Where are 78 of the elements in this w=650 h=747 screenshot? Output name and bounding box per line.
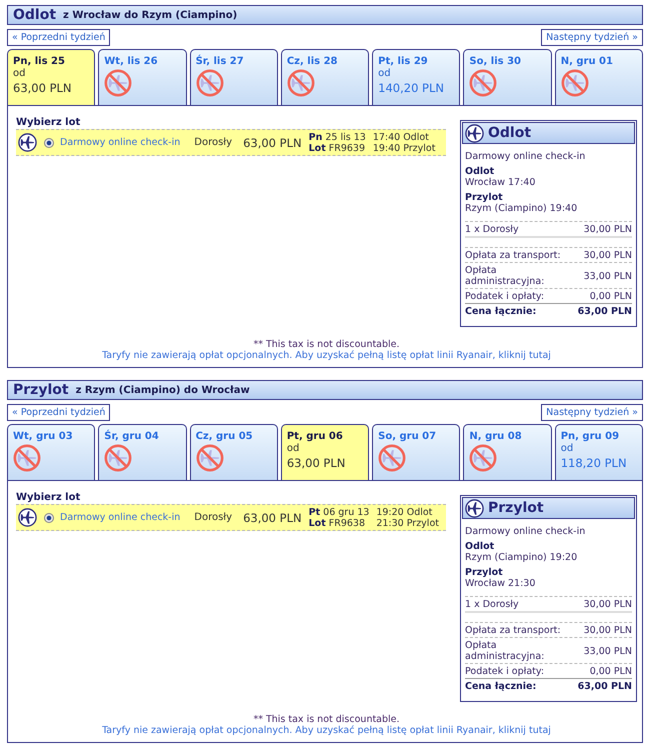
leg-detail: Rzym (Ciampino) 19:20 (465, 552, 578, 563)
day-tab[interactable]: So, lis 30 (463, 49, 552, 105)
fare-type-text: Darmowy online check-in (465, 151, 586, 162)
fee-amount: 0,00 PLN (590, 666, 632, 677)
fare-link[interactable]: Darmowy online check-in (60, 512, 180, 523)
route-text: z Rzym (Ciampino) do Wrocław (76, 384, 250, 396)
day-tab[interactable]: Pn, lis 25 od 63,00 PLN (7, 49, 96, 105)
summary-title: Odlot (488, 125, 532, 141)
day-tab[interactable]: Śr, lis 27 (190, 49, 278, 105)
section-title: Przylot (13, 382, 69, 398)
fee-label: Opłata za transport: (465, 625, 561, 636)
passenger-type: Dorosły (194, 512, 232, 523)
day-tab[interactable]: Pt, gru 06 od 63,00 PLN (280, 424, 370, 480)
fare-price: 63,00 PLN (243, 510, 302, 524)
fee-amount: 0,00 PLN (590, 291, 632, 302)
fee-label: Opłata administracyjna: (465, 265, 546, 287)
flight-number: Lot FR9639 (308, 142, 366, 154)
fee-label: Opłata administracyjna: (465, 640, 546, 662)
day-tab[interactable]: Śr, gru 04 (98, 424, 187, 480)
day-tab[interactable]: Pt, lis 29 od 140,20 PLN (372, 49, 460, 105)
fee-amount: 33,00 PLN (584, 646, 632, 656)
day-tab[interactable]: Wt, lis 26 (98, 49, 187, 105)
choose-flight-label: Wybierz lot (16, 117, 80, 128)
arrival-time: 21:30 Przylot (376, 518, 439, 528)
leg-detail: Rzym (Ciampino) 19:40 (465, 203, 578, 214)
next-week-button[interactable]: Następny tydzień » (541, 29, 643, 46)
total-amount: 63,00 PLN (578, 681, 632, 692)
tax-note: ** This tax is not discountable. (253, 714, 400, 725)
fees-info-link[interactable]: Taryfy nie zawierają opłat opcjonalnych. Aby uzyskać pełną listę opłat linii Ryanair, kliknij tutaj (102, 725, 551, 736)
day-tab[interactable]: Cz, lis 28 (280, 49, 370, 105)
choose-flight-label: Wybierz lot (16, 492, 80, 503)
fee-label: Podatek i opłaty: (465, 291, 544, 302)
total-label: Cena łącznie: (465, 681, 536, 692)
fee-label: Opłata za transport: (465, 250, 561, 261)
departure-time: 17:40 Odlot (372, 132, 430, 142)
day-tab[interactable]: Pn, gru 09 od 118,20 PLN (554, 424, 643, 480)
leg-label: Przylot (465, 567, 504, 578)
fee-amount: 30,00 PLN (584, 625, 632, 636)
day-tab[interactable]: N, gru 01 (554, 49, 643, 105)
fare-link[interactable]: Darmowy online check-in (60, 137, 180, 148)
leg-detail: Wrocław 17:40 (465, 177, 536, 188)
section-title: Odlot (13, 7, 56, 23)
passenger-label: 1 x Dorosły (465, 224, 519, 235)
passenger-amount: 30,00 PLN (584, 599, 632, 610)
arrival-time: 19:40 Przylot (372, 142, 436, 154)
departure-time: 19:20 Odlot (376, 506, 434, 518)
fee-amount: 30,00 PLN (584, 250, 632, 261)
total-amount: 63,00 PLN (578, 306, 632, 317)
previous-week-button[interactable]: « Poprzedni tydzień (7, 29, 110, 46)
passenger-amount: 30,00 PLN (584, 224, 632, 235)
route-text: z Wrocław do Rzym (Ciampino) (63, 10, 238, 20)
fee-amount: 33,00 PLN (584, 270, 632, 282)
flight-date: Pn 25 lis 13 (308, 132, 366, 142)
summary-title: Przylot (488, 500, 544, 516)
day-tab[interactable]: Wt, gru 03 (7, 424, 96, 480)
plane-icon (18, 508, 37, 527)
radio-button[interactable] (44, 512, 54, 522)
leg-label: Przylot (465, 192, 504, 203)
flight-date: Pt 06 gru 13 (308, 506, 370, 518)
passenger-label: 1 x Dorosły (465, 599, 519, 610)
plane-icon (18, 133, 37, 152)
previous-week-button[interactable]: « Poprzedni tydzień (7, 404, 110, 421)
leg-label: Odlot (465, 166, 496, 177)
radio-button[interactable] (44, 138, 54, 148)
leg-label: Odlot (465, 541, 495, 552)
flight-number: Lot FR9638 (308, 518, 366, 528)
day-tab[interactable]: Cz, gru 05 (190, 424, 278, 480)
passenger-type: Dorosły (194, 137, 232, 148)
leg-detail: Wrocław 21:30 (465, 578, 536, 589)
total-label: Cena łącznie: (465, 306, 536, 317)
fees-info-link[interactable]: Taryfy nie zawierają opłat opcjonalnych. Aby uzyskać pełną listę opłat linii Ryanair, kliknij tutaj (102, 350, 551, 361)
fare-type-text: Darmowy online check-in (465, 526, 586, 537)
day-tab[interactable]: So, gru 07 (372, 424, 460, 480)
next-week-button[interactable]: Następny tydzień » (541, 404, 643, 421)
tax-note: ** This tax is not discountable. (253, 339, 400, 350)
day-tab[interactable]: N, gru 08 (463, 424, 552, 480)
fee-label: Podatek i opłaty: (465, 666, 544, 677)
fare-price: 63,00 PLN (243, 136, 302, 150)
